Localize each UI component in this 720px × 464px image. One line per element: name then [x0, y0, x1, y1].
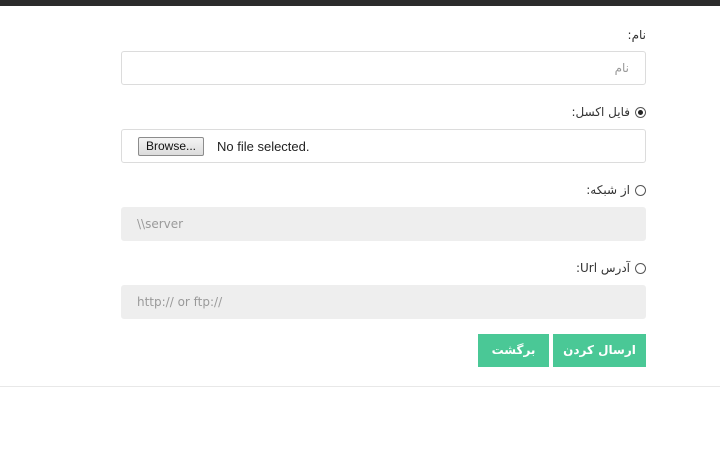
- browse-button[interactable]: Browse...: [138, 137, 205, 156]
- network-radio[interactable]: [635, 184, 646, 196]
- name-input[interactable]: نام: [121, 51, 646, 85]
- name-label-row: نام:: [628, 28, 646, 42]
- excel-option[interactable]: فایل اکسل:: [571, 105, 646, 119]
- url-input[interactable]: http:// or ftp://: [121, 285, 646, 319]
- url-placeholder: http:// or ftp://: [137, 295, 223, 309]
- url-label: آدرس Url:: [575, 261, 630, 275]
- excel-file-input[interactable]: Browse... No file selected.: [121, 129, 646, 163]
- network-option[interactable]: از شبکه:: [586, 183, 646, 197]
- url-option[interactable]: آدرس Url:: [576, 261, 646, 275]
- name-placeholder: نام: [614, 61, 629, 75]
- name-label: نام:: [627, 28, 646, 42]
- url-radio[interactable]: [635, 262, 646, 274]
- import-form: نام: نام فایل اکسل: Browse... No file se…: [121, 0, 646, 388]
- excel-label: فایل اکسل:: [571, 105, 630, 119]
- footer-divider: [0, 386, 720, 387]
- network-label: از شبکه:: [586, 183, 630, 197]
- excel-radio[interactable]: [635, 106, 646, 118]
- back-button[interactable]: برگشت: [478, 334, 549, 367]
- submit-button[interactable]: ارسال کردن: [553, 334, 646, 367]
- network-placeholder: \\server: [137, 217, 184, 231]
- network-path-input[interactable]: \\server: [121, 207, 646, 241]
- file-status: No file selected.: [217, 139, 310, 154]
